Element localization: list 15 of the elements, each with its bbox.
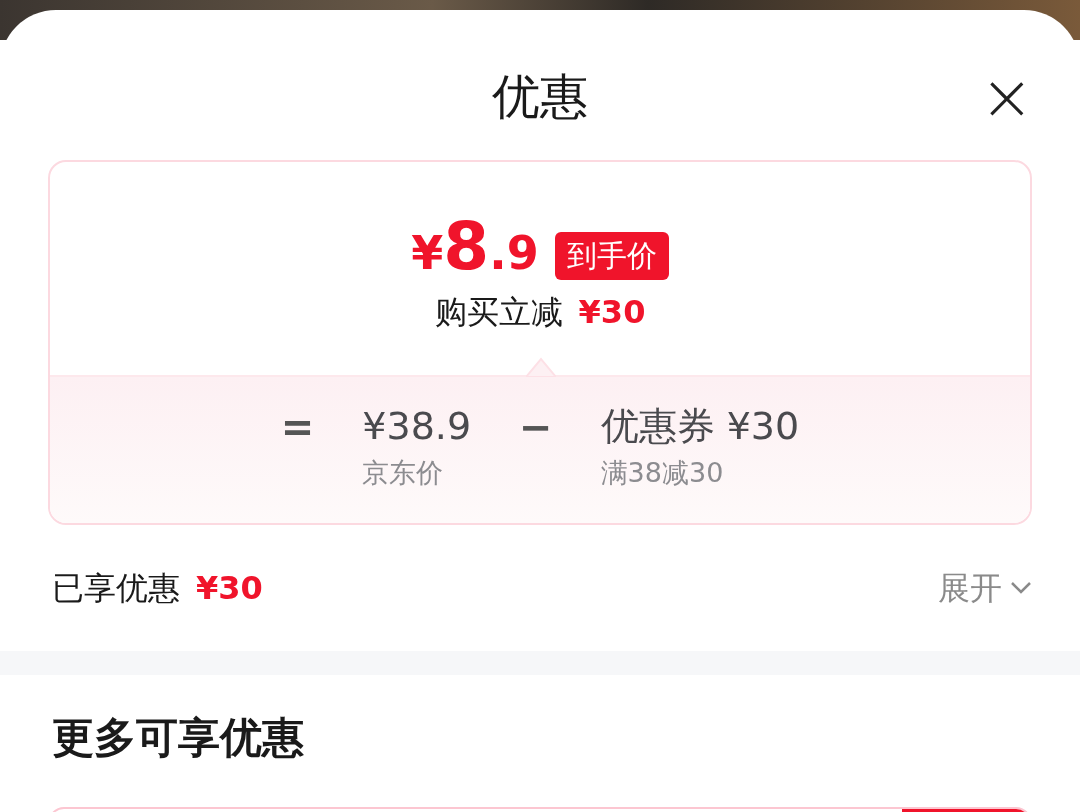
operator-sign: = bbox=[280, 404, 315, 450]
savings-amount: ¥30 bbox=[196, 568, 263, 609]
discount-amount: ¥30 bbox=[578, 292, 646, 333]
amount-caption: 满38减30 bbox=[600, 455, 724, 490]
sheet-title: 优惠 bbox=[492, 67, 588, 120]
price-tag: 到手价 bbox=[554, 232, 669, 280]
amount-value: 优惠券 ¥30 bbox=[600, 407, 800, 447]
operator-sign: − bbox=[519, 404, 553, 450]
amount-caption: 京东价 bbox=[362, 455, 444, 490]
discount-label: 购买立减 bbox=[434, 292, 563, 333]
section-title: 更多可享优惠 bbox=[52, 713, 304, 762]
close-button[interactable]: × bbox=[980, 72, 1030, 122]
amount-value: ¥38.9 bbox=[362, 407, 472, 447]
savings-label: 已享优惠 bbox=[52, 568, 180, 609]
final-price: ¥8.9 bbox=[411, 214, 539, 280]
